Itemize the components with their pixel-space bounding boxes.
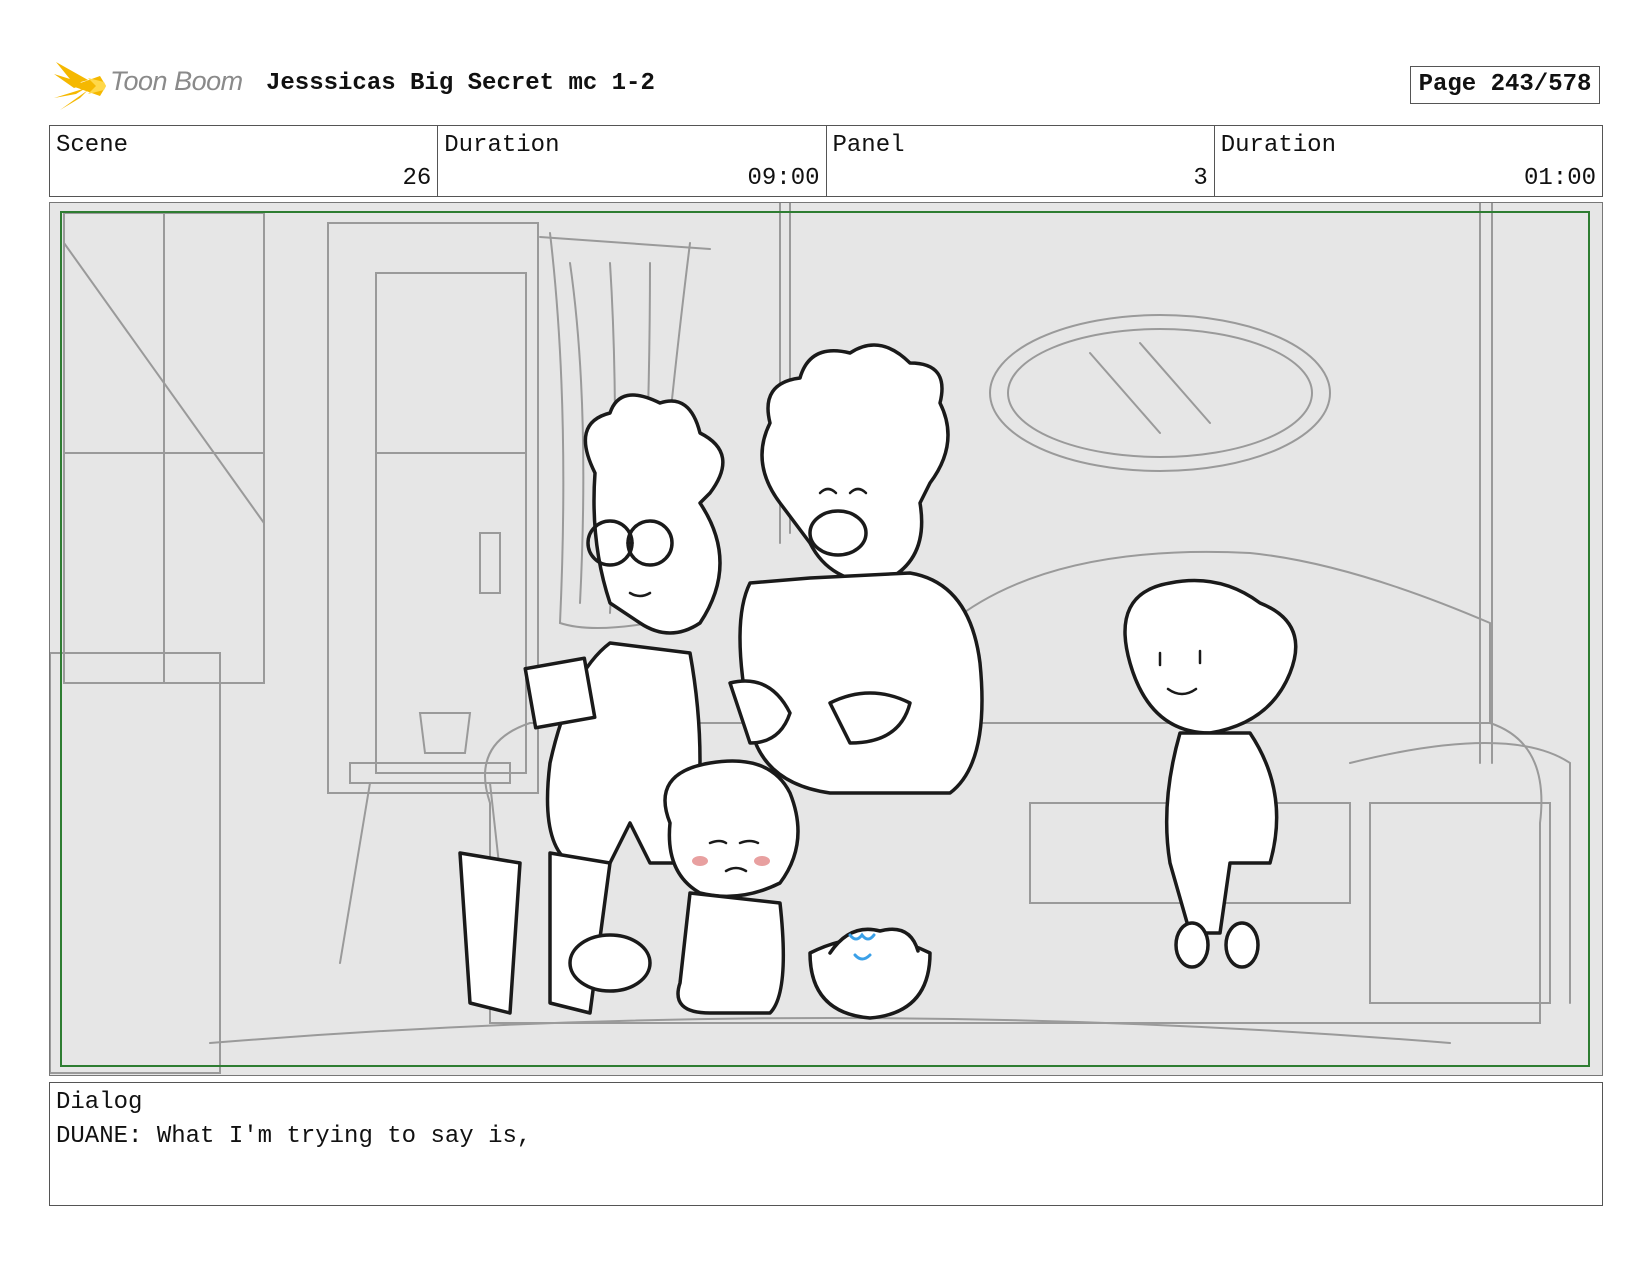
storyboard-panel (49, 202, 1603, 1076)
scene-cell: Scene 26 (50, 126, 439, 196)
panel-duration-value: 01:00 (1523, 165, 1596, 192)
dialog-box: Dialog DUANE: What I'm trying to say is, (49, 1082, 1603, 1206)
logo-text: Toon Boom (110, 66, 243, 96)
scene-duration-cell: Duration 09:00 (438, 126, 827, 196)
panel-duration-label: Duration (1220, 132, 1336, 159)
scene-duration-label: Duration (444, 132, 560, 159)
panel-label: Panel (832, 132, 905, 159)
dialog-text: DUANE: What I'm trying to say is, (56, 1123, 532, 1150)
scene-value: 26 (402, 165, 432, 192)
logo-flare-icon (54, 62, 106, 110)
dialog-label: Dialog (56, 1089, 143, 1116)
scene-label: Scene (56, 132, 129, 159)
scene-duration-value: 09:00 (747, 165, 820, 192)
scene-info-row: Scene 26 Duration 09:00 Panel 3 Duration… (49, 125, 1603, 197)
panel-duration-cell: Duration 01:00 (1215, 126, 1602, 196)
document-title: Jesssicas Big Secret mc 1-2 (266, 70, 655, 97)
panel-value: 3 (1193, 165, 1208, 192)
page-number: Page 243/578 (1410, 66, 1600, 104)
storyboard-sketch-icon (50, 203, 1571, 1074)
toon-boom-logo: Toon Boom (54, 58, 254, 114)
panel-cell: Panel 3 (827, 126, 1215, 196)
